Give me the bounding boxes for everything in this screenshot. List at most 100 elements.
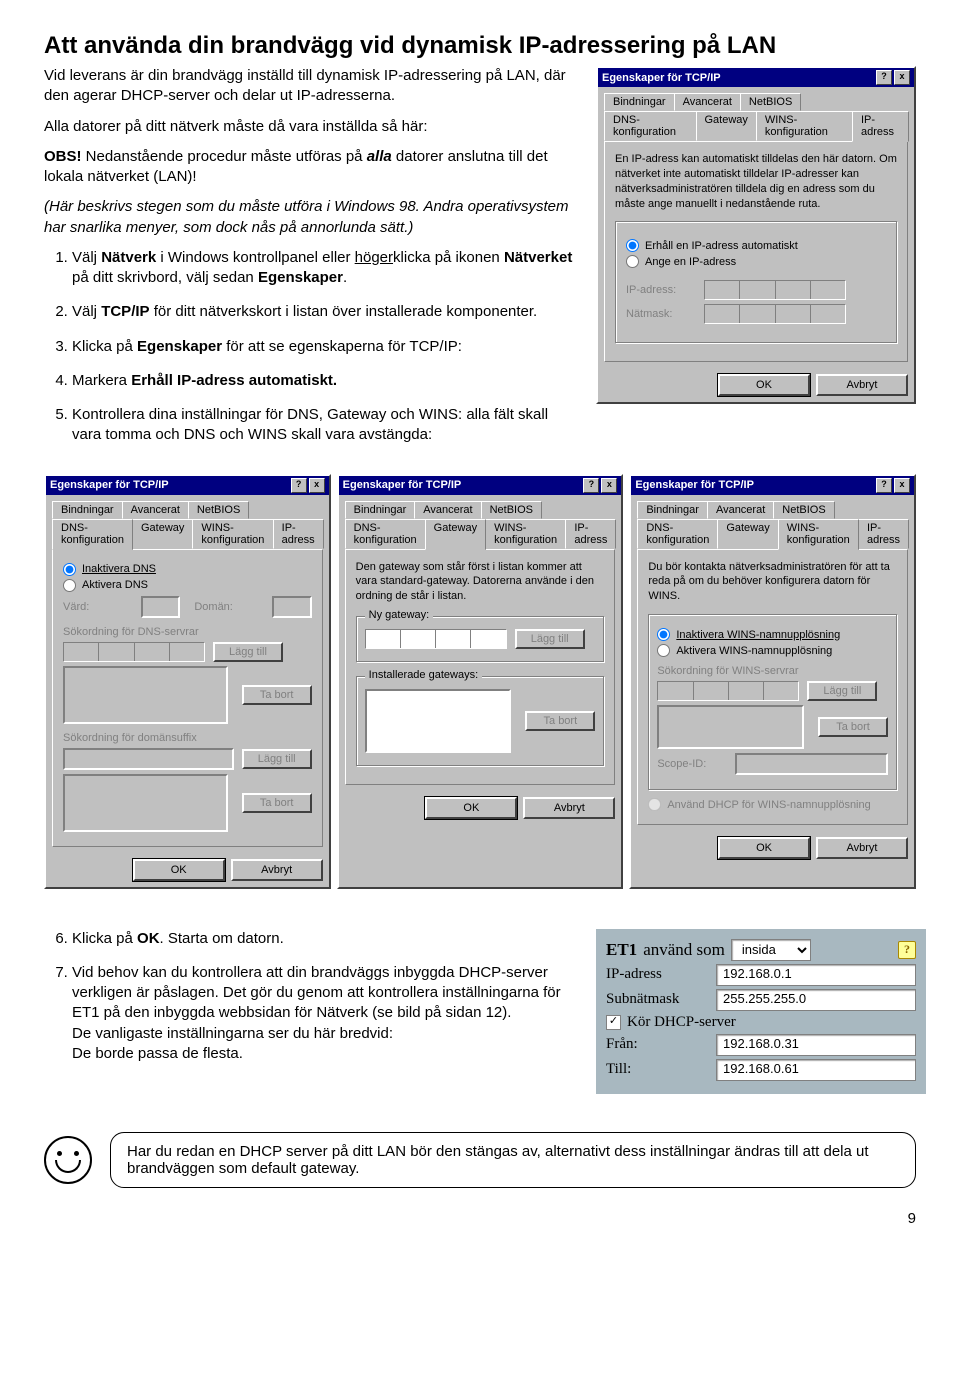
radio-manual-ip[interactable]: Ange en IP-adress (626, 255, 886, 268)
tab-avancerat[interactable]: Avancerat (414, 501, 481, 519)
tab-dns[interactable]: DNS-konfiguration (637, 519, 718, 549)
close-icon[interactable]: x (601, 478, 617, 493)
cancel-button[interactable]: Avbryt (523, 797, 615, 819)
cancel-button[interactable]: Avbryt (816, 837, 908, 859)
radio-dns-on[interactable]: Aktivera DNS (63, 579, 312, 592)
radio-auto-ip[interactable]: Erhåll en IP-adress automatiskt (626, 239, 886, 252)
tab-gateway[interactable]: Gateway (425, 519, 486, 550)
netmask-label: Nätmask: (626, 308, 696, 320)
tab-avancerat[interactable]: Avancerat (674, 93, 741, 111)
radio-wins-on[interactable]: Aktivera WINS-namnupplösning (657, 644, 888, 657)
tab-bindningar[interactable]: Bindningar (604, 93, 675, 111)
et1-to-input[interactable]: 192.168.0.61 (716, 1059, 916, 1081)
tab-netbios[interactable]: NetBIOS (740, 93, 801, 111)
tab-netbios[interactable]: NetBIOS (773, 501, 834, 519)
help-icon[interactable]: ? (898, 941, 916, 959)
wins-description: Du bör kontakta nätverksadministratören … (648, 560, 897, 605)
tab-bindningar[interactable]: Bindningar (52, 501, 123, 519)
radio-wins-off[interactable]: Inaktivera WINS-namnupplösning (657, 628, 888, 641)
add-button: Lägg till (807, 681, 877, 701)
netmask-input (704, 304, 846, 324)
italic-note: (Här beskrivs stegen som du måste utföra… (44, 197, 578, 238)
close-icon[interactable]: x (894, 478, 910, 493)
tab-wins[interactable]: WINS-konfiguration (778, 519, 859, 550)
remove-button: Ta bort (525, 711, 595, 731)
et1-from-input[interactable]: 192.168.0.31 (716, 1034, 916, 1056)
cancel-button[interactable]: Avbryt (816, 374, 908, 396)
et1-ip-input[interactable]: 192.168.0.1 (716, 964, 916, 986)
obs-paragraph: OBS! Nedanstående procedur måste utföras… (44, 147, 578, 188)
dhcp-checkbox[interactable]: ✓ (606, 1015, 621, 1030)
remove-button: Ta bort (242, 793, 312, 813)
ip-description: En IP-adress kan automatiskt tilldelas d… (615, 152, 897, 211)
et1-use-select[interactable]: insida (731, 939, 811, 961)
installed-gw-list[interactable] (365, 689, 512, 753)
cancel-button[interactable]: Avbryt (231, 859, 323, 881)
ipaddr-input (704, 280, 846, 300)
radio-dns-off[interactable]: Inaktivera DNS (63, 563, 312, 576)
tcpip-dialog-ip: Egenskaper för TCP/IP ? x Bindningar Ava… (596, 66, 916, 404)
footnote-bubble: Har du redan en DHCP server på ditt LAN … (110, 1132, 916, 1188)
smiley-icon (44, 1136, 92, 1184)
tab-netbios[interactable]: NetBIOS (188, 501, 249, 519)
et1-title: ET1 (606, 940, 637, 960)
line2: Alla datorer på ditt nätverk måste då va… (44, 117, 578, 137)
tab-gateway[interactable]: Gateway (696, 111, 757, 141)
intro-text: Vid leverans är din brandvägg inställd t… (44, 66, 578, 107)
step-1: Välj Nätverk i Windows kontrollpanel ell… (72, 248, 578, 289)
remove-button: Ta bort (818, 717, 888, 737)
step-7: Vid behov kan du kontrollera att din bra… (72, 963, 578, 1064)
dns-list (63, 666, 228, 724)
ok-button[interactable]: OK (133, 859, 225, 881)
tab-gateway[interactable]: Gateway (132, 519, 193, 549)
tab-ipadress[interactable]: IP-adress (565, 519, 616, 549)
wins-ip-input (657, 681, 799, 701)
ok-button[interactable]: OK (718, 837, 810, 859)
step-2: Välj TCP/IP för ditt nätverkskort i list… (72, 302, 578, 322)
step-4: Markera Erhåll IP-adress automatiskt. (72, 371, 578, 391)
new-gw-input[interactable] (365, 629, 507, 649)
tcpip-dialog-dns: Egenskaper för TCP/IP ? x Bindningar Ava… (44, 474, 331, 889)
close-icon[interactable]: x (309, 478, 325, 493)
dns-ip-input (63, 642, 205, 662)
tab-bindningar[interactable]: Bindningar (345, 501, 416, 519)
domain-input (272, 596, 311, 618)
close-icon[interactable]: x (894, 70, 910, 85)
help-icon[interactable]: ? (876, 70, 892, 85)
tab-avancerat[interactable]: Avancerat (122, 501, 189, 519)
scope-input (735, 753, 888, 775)
radio-dhcp-wins: Använd DHCP för WINS-namnupplösning (648, 798, 897, 811)
suffix-input (63, 748, 234, 770)
help-icon[interactable]: ? (876, 478, 892, 493)
add-button: Lägg till (515, 629, 585, 649)
tab-bindningar[interactable]: Bindningar (637, 501, 708, 519)
suffix-list (63, 774, 228, 832)
tcpip-dialog-gateway: Egenskaper för TCP/IP ? x Bindningar Ava… (337, 474, 624, 889)
tab-dns[interactable]: DNS-konfiguration (52, 519, 133, 550)
tab-avancerat[interactable]: Avancerat (707, 501, 774, 519)
dialog-titlebar: Egenskaper för TCP/IP ? x (598, 68, 914, 87)
step-6: Klicka på OK. Starta om datorn. (72, 929, 578, 949)
tab-dns[interactable]: DNS-konfiguration (345, 519, 426, 549)
tab-dns[interactable]: DNS-konfiguration (604, 111, 697, 141)
et1-panel: ET1 använd som insida ? IP-adress192.168… (596, 929, 926, 1094)
page-number: 9 (44, 1210, 916, 1227)
step-3: Klicka på Egenskaper för att se egenskap… (72, 337, 578, 357)
help-icon[interactable]: ? (583, 478, 599, 493)
et1-mask-input[interactable]: 255.255.255.0 (716, 989, 916, 1011)
wins-list (657, 705, 804, 749)
help-icon[interactable]: ? (291, 478, 307, 493)
ok-button[interactable]: OK (718, 374, 810, 396)
tab-ipadress[interactable]: IP-adress (852, 111, 909, 142)
tab-netbios[interactable]: NetBIOS (481, 501, 542, 519)
tab-wins[interactable]: WINS-konfiguration (192, 519, 273, 549)
tab-ipadress[interactable]: IP-adress (858, 519, 909, 549)
ok-button[interactable]: OK (425, 797, 517, 819)
obs-label: OBS! (44, 148, 82, 165)
tab-gateway[interactable]: Gateway (717, 519, 778, 549)
tab-wins[interactable]: WINS-konfiguration (756, 111, 853, 141)
add-button: Lägg till (242, 749, 312, 769)
tab-wins[interactable]: WINS-konfiguration (485, 519, 566, 549)
tab-ipadress[interactable]: IP-adress (273, 519, 324, 549)
page-heading: Att använda din brandvägg vid dynamisk I… (44, 32, 916, 60)
